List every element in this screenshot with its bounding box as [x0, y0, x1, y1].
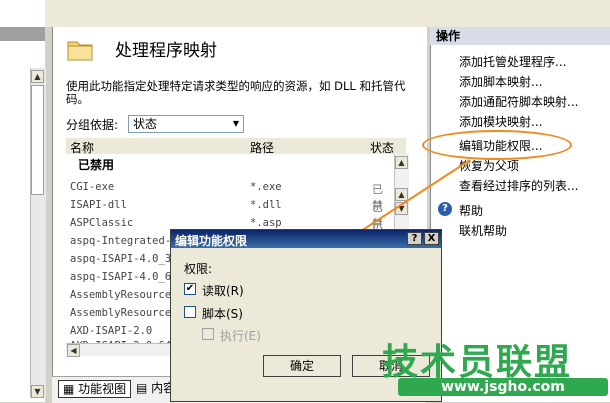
group-by-label: 分组依据: — [66, 118, 119, 132]
list-header: 名称 路径 状态 — [66, 138, 406, 155]
execute-checkbox — [202, 328, 214, 340]
list-item[interactable]: AssemblyResource — [70, 307, 171, 325]
handler-name: aspq-ISAPI-4.0_64 — [70, 271, 178, 283]
page-title: 处理程序映射 — [115, 41, 217, 61]
scroll-up-icon[interactable]: ▲ — [31, 70, 44, 83]
group-row — [66, 154, 406, 172]
ok-button[interactable]: 确定 — [263, 355, 341, 377]
action-add-module-map[interactable]: 添加模块映射... — [459, 113, 542, 130]
list-item[interactable]: aspq-ISAPI-4.0_64 — [70, 271, 177, 289]
connections-header — [0, 27, 45, 41]
handler-path: *.asp — [250, 217, 282, 229]
script-checkbox[interactable] — [184, 306, 196, 318]
scroll-down-icon[interactable]: ▼ — [31, 385, 44, 398]
handler-path: *.exe — [250, 181, 282, 193]
scroll-thumb[interactable] — [31, 85, 44, 195]
scroll-down-icon[interactable]: ▼ — [395, 202, 408, 215]
scroll-up-icon[interactable]: ▲ — [395, 188, 408, 201]
scroll-up-icon[interactable]: ▲ — [395, 156, 408, 169]
action-online-help[interactable]: 联机帮助 — [459, 222, 507, 239]
handler-name: ISAPI-dll — [70, 199, 127, 211]
handler-name: CGI-exe — [70, 181, 115, 193]
dialog-close-button[interactable]: X — [424, 232, 439, 245]
watermark-url: www.jsgho.com — [398, 378, 608, 396]
scroll-left-icon[interactable]: ◀ — [67, 344, 80, 357]
highlight-ellipse — [422, 130, 572, 160]
action-help[interactable]: 帮助 — [459, 202, 483, 219]
action-add-managed-handler[interactable]: 添加托管处理程序... — [459, 53, 566, 70]
list-item[interactable]: ASPClassic*.asp已禁 — [70, 217, 383, 248]
script-label[interactable]: 脚本(S) — [202, 305, 243, 322]
read-checkbox[interactable]: ✔ — [184, 283, 196, 295]
action-add-script-map[interactable]: 添加脚本映射... — [459, 73, 542, 90]
chevron-down-icon: ▼ — [232, 119, 240, 128]
execute-label: 执行(E) — [220, 329, 261, 343]
action-view-ordered-list[interactable]: 查看经过排序的列表... — [459, 177, 578, 194]
checkmark-icon: ✔ — [185, 283, 195, 294]
handler-name: AssemblyResource — [70, 289, 172, 301]
list-item[interactable]: CGI-exe *.exe 已禁 — [70, 181, 383, 212]
read-label[interactable]: 读取(R) — [202, 282, 244, 299]
list-item[interactable]: aspq-Integrated- — [70, 235, 171, 253]
window-top-strip — [0, 0, 610, 27]
handler-name: aspq-Integrated- — [70, 235, 172, 247]
dialog-title: 编辑功能权限 — [175, 234, 248, 248]
tab-features-view[interactable]: ▦ 功能视图 — [58, 380, 132, 398]
list-item[interactable]: ISAPI-dll *.dll 已禁 — [70, 199, 383, 230]
tab-features-label: 功能视图 — [78, 382, 127, 396]
content-view-icon: ▤ — [136, 381, 152, 395]
group-by-select[interactable]: 状态 ▼ — [128, 115, 244, 133]
handler-name: AXD-ISAPI-2.0 — [70, 325, 153, 337]
permissions-label: 权限: — [184, 262, 213, 276]
actions-title: 操作 — [430, 27, 610, 45]
group-by-value: 状态 — [133, 117, 158, 131]
help-icon: ? — [438, 202, 452, 216]
handler-name: aspq-ISAPI-4.0_32 — [70, 253, 178, 265]
list-item[interactable]: AssemblyResource — [70, 289, 171, 307]
handler-path: *.dll — [250, 199, 282, 211]
page-description: 使用此功能指定处理特定请求类型的响应的资源，如 DLL 和托管代码。 — [66, 79, 406, 106]
dialog-help-button[interactable]: ? — [407, 232, 422, 245]
action-add-wildcard-script-map[interactable]: 添加通配符脚本映射... — [459, 93, 578, 110]
group-heading: 已禁用 — [78, 158, 115, 172]
list-item[interactable]: aspq-ISAPI-4.0_32 — [70, 253, 177, 271]
folder-icon — [67, 41, 93, 61]
handler-name: ASPClassic — [70, 217, 134, 229]
features-view-icon: ▦ — [63, 382, 79, 396]
handler-name: AssemblyResource — [70, 307, 172, 319]
